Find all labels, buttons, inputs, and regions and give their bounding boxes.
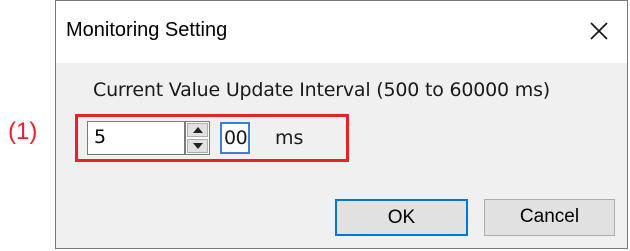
- dialog-title: Monitoring Setting: [66, 19, 228, 41]
- spin-up-button[interactable]: [187, 123, 208, 137]
- close-button[interactable]: [571, 1, 627, 63]
- arrow-down-icon: [193, 143, 203, 149]
- interval-prompt-label: Current Value Update Interval (500 to 60…: [93, 79, 551, 101]
- interval-suffix-field: 00: [220, 122, 250, 154]
- ok-button[interactable]: OK: [335, 199, 468, 236]
- arrow-up-icon: [193, 127, 203, 133]
- title-bar: Monitoring Setting: [56, 1, 627, 63]
- interval-spinner: [185, 121, 210, 155]
- spin-down-button[interactable]: [187, 139, 208, 153]
- annotation-label: (1): [8, 118, 38, 145]
- interval-value-input[interactable]: 5: [87, 121, 185, 155]
- unit-label: ms: [275, 127, 304, 149]
- monitoring-setting-dialog: Monitoring Setting Current Value Update …: [55, 0, 628, 249]
- cancel-button[interactable]: Cancel: [484, 199, 615, 236]
- close-icon: [590, 22, 608, 40]
